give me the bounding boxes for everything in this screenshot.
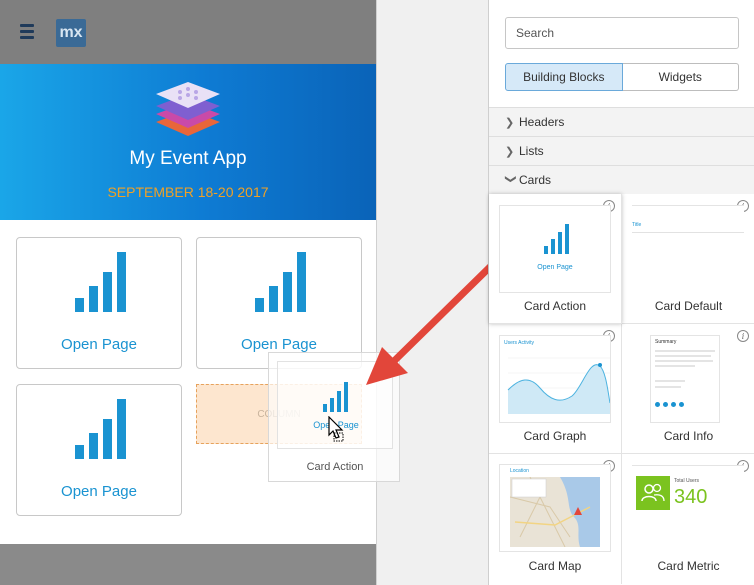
card-action-block[interactable]: i Open Page Card Action [489,194,622,324]
toolbox-panel: Building Blocks Widgets ❯ Headers ❯ List… [488,0,754,585]
social-dot [655,402,660,407]
card-info-thumbnail: Summary [650,335,720,423]
drag-arrow-icon [366,259,498,385]
metric-label: Total Users [674,478,700,484]
signal-bars-icon [75,252,126,312]
thumb-location: Location [510,468,529,474]
chevron-down-icon: ❯ [504,174,517,184]
open-page-tile[interactable]: Open Page [16,384,182,516]
tab-widgets[interactable]: Widgets [622,63,739,91]
map-icon [510,477,600,547]
open-page-link[interactable]: Open Page [17,336,181,353]
card-default-block[interactable]: i Title Card Default [622,194,754,324]
card-metric-block[interactable]: i Total Users 340 Card Metric [622,454,754,584]
event-date: SEPTEMBER 18-20 2017 [107,184,269,200]
users-icon [636,476,670,510]
card-map-block[interactable]: i Location Card Map [489,454,622,584]
card-graph-thumbnail: Users Activity [499,335,611,423]
chevron-right-icon: ❯ [505,116,515,129]
signal-bars-icon [323,382,348,412]
social-dot [671,402,676,407]
area-graph-icon [507,357,610,414]
thumb-summary: Summary [655,339,677,345]
metric-value: 340 [674,486,708,508]
app-topbar: mx [0,0,376,64]
thumb-divider [632,232,744,233]
thumb-open-page: Open Page [537,264,573,271]
card-name: Card Map [528,559,582,573]
search-input[interactable] [505,17,739,49]
social-dot [663,402,668,407]
signal-bars-icon [255,252,306,312]
hamburger-icon[interactable] [20,24,34,42]
chevron-right-icon: ❯ [505,145,515,158]
open-page-link[interactable]: Open Page [17,483,181,500]
signal-bars-icon [75,399,126,459]
card-name: Card Info [663,429,714,443]
layers-logo [156,82,220,136]
section-label: Headers [519,115,565,129]
thumb-graph-title: Users Activity [504,340,535,346]
section-lists[interactable]: ❯ Lists [489,136,754,165]
thumb-title: Title [632,222,642,228]
open-page-link[interactable]: Open Page [197,336,361,353]
tab-building-blocks[interactable]: Building Blocks [505,63,623,91]
card-name: Card Action [523,299,587,313]
ghost-caption: Card Action [306,461,364,473]
mx-logo: mx [56,19,86,47]
app-title: My Event App [129,148,247,169]
app-footer [0,544,376,585]
card-action-thumbnail: Open Page [499,205,611,293]
section-label: Lists [519,144,544,158]
card-graph-block[interactable]: i Users Activity Card Graph [489,324,622,454]
toolbox-tabs: Building Blocks Widgets [505,63,739,91]
card-name: Card Metric [657,559,720,573]
info-icon[interactable]: i [737,330,749,342]
open-page-tile[interactable]: Open Page [16,237,182,369]
card-default-thumbnail: Title [632,205,744,293]
card-map-thumbnail: Location [499,464,611,552]
card-name: Card Graph [523,429,587,443]
app-preview: mx My Event App SEPTEMBER 18-20 2017 Ope… [0,0,376,585]
section-cards[interactable]: ❯ Cards [489,165,754,194]
card-metric-thumbnail: Total Users 340 [632,465,744,553]
card-info-block[interactable]: i Summary Card Info [622,324,754,454]
section-headers[interactable]: ❯ Headers [489,107,754,136]
cursor-icon [328,416,344,442]
section-label: Cards [519,173,552,187]
card-name: Card Default [654,299,723,313]
hero-banner: My Event App SEPTEMBER 18-20 2017 [0,64,376,220]
open-page-tile[interactable]: Open Page [196,237,362,369]
social-dot [679,402,684,407]
signal-bars-icon [544,224,569,254]
